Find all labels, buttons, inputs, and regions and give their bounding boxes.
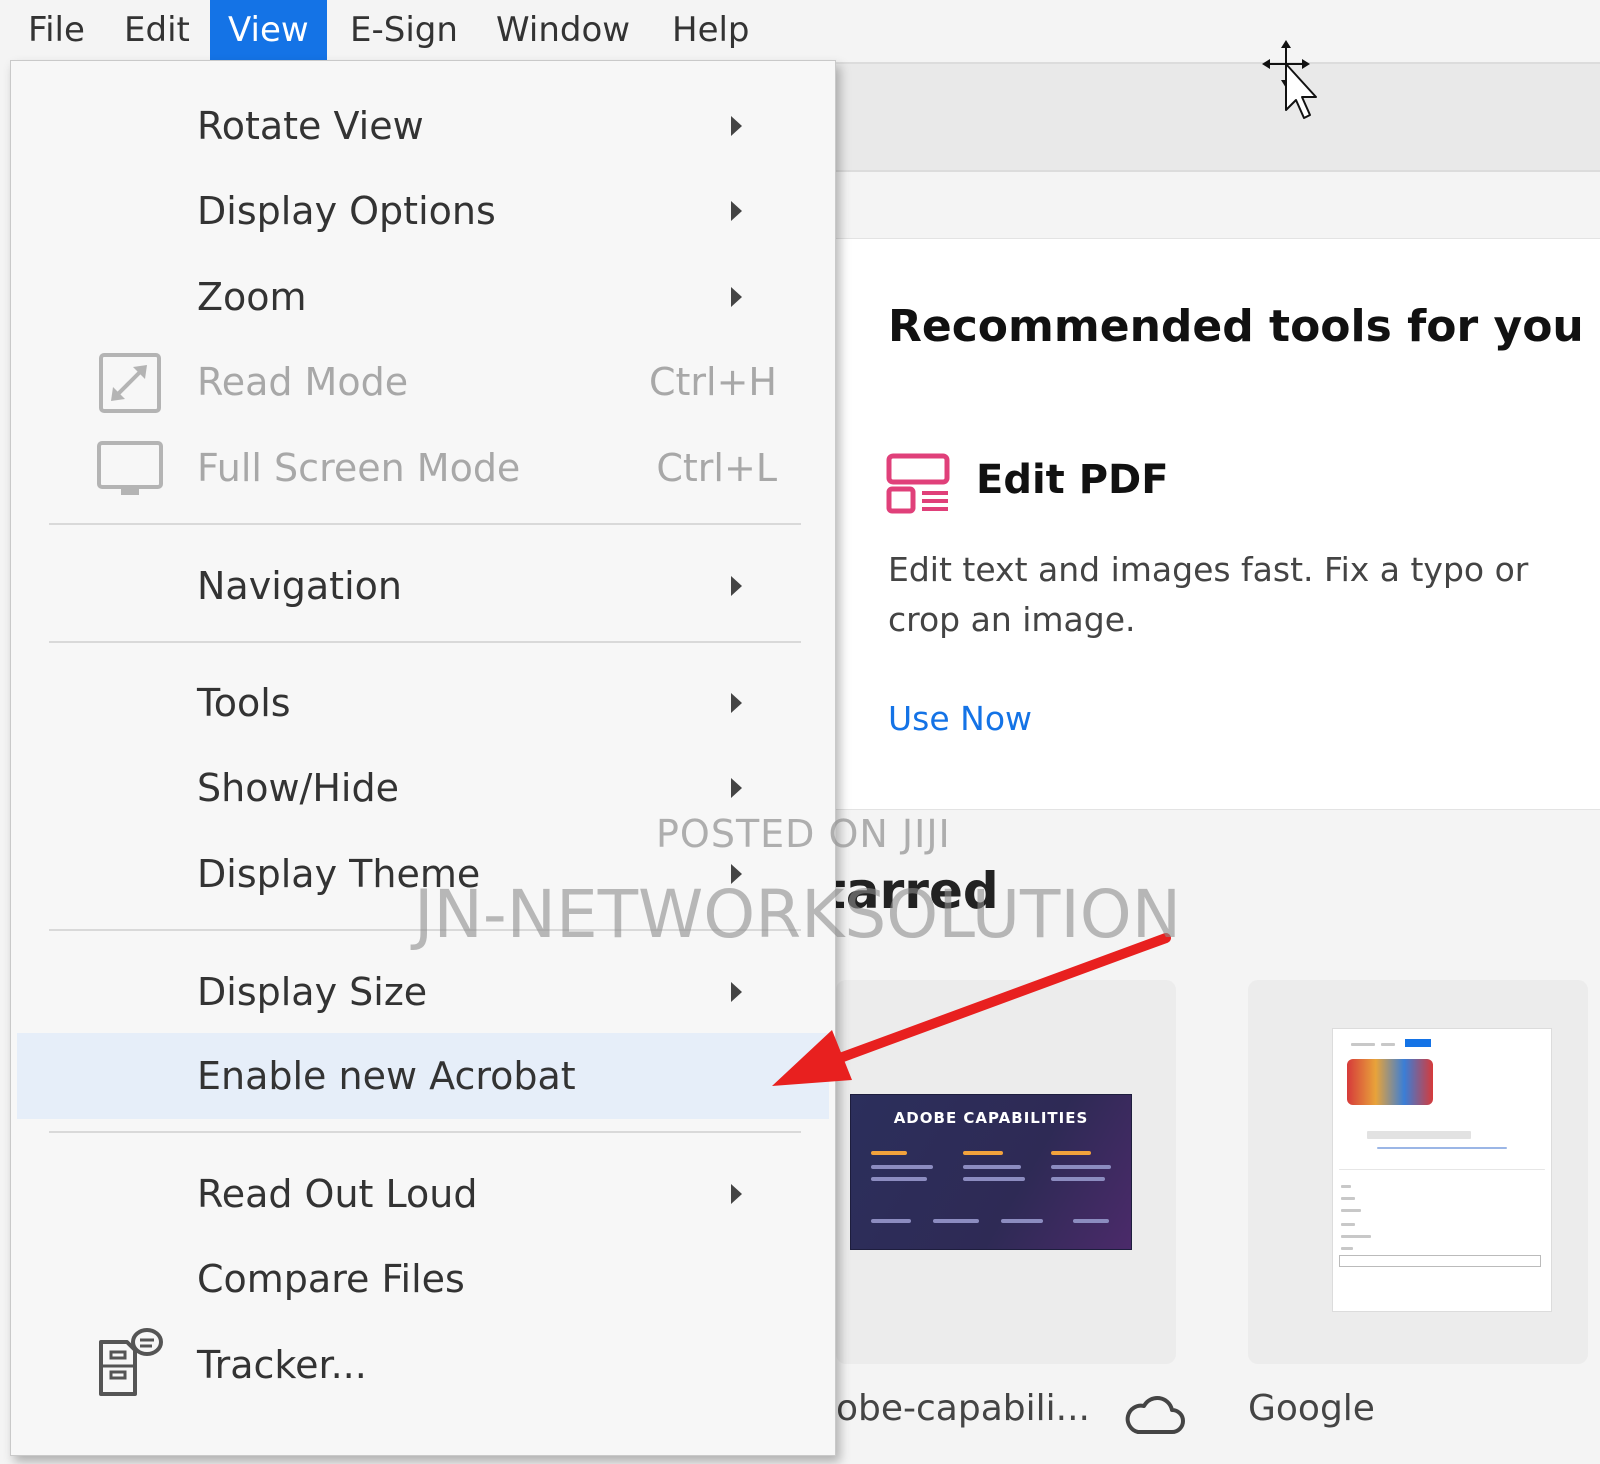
submenu-arrow-icon: [731, 576, 742, 596]
watermark-brand: JN-NETWORKSOLUTION: [414, 876, 1182, 953]
menu-item-label: Rotate View: [197, 104, 424, 148]
menu-bar: File Edit View E-Sign Window Help: [0, 0, 1600, 60]
thumb-line: [1341, 1209, 1361, 1212]
thumb-line: [933, 1219, 979, 1223]
thumb-line: [963, 1165, 1021, 1169]
read-mode-icon: [99, 353, 161, 413]
thumb-button: [1405, 1039, 1431, 1047]
menu-item-read-mode[interactable]: Read Mode Ctrl+H: [17, 339, 829, 425]
menu-item-label: Zoom: [197, 275, 307, 319]
view-dropdown-menu: Rotate View Display Options Zoom Read Mo…: [10, 60, 836, 1456]
thumb-line: [1341, 1223, 1355, 1226]
toolbar-area: [830, 62, 1600, 172]
submenu-arrow-icon: [731, 201, 742, 221]
thumb-line: [871, 1151, 907, 1155]
thumb-line: [1381, 1043, 1395, 1046]
thumb-line: [1341, 1247, 1353, 1250]
thumb-line: [1341, 1185, 1351, 1188]
thumb-line: [963, 1151, 1003, 1155]
menu-item-label: Navigation: [197, 564, 402, 608]
thumb-line: [1051, 1151, 1091, 1155]
move-cursor-icon: [1262, 40, 1317, 119]
file-name-google: Google: [1248, 1388, 1375, 1429]
menu-item-rotate-view[interactable]: Rotate View: [17, 83, 829, 169]
menu-separator: [49, 523, 801, 525]
menu-item-read-out-loud[interactable]: Read Out Loud: [17, 1151, 829, 1237]
monitor-icon: [97, 441, 163, 495]
menu-item-shortcut: Ctrl+L: [656, 446, 777, 490]
menu-item-label: Read Mode: [197, 360, 409, 404]
menu-item-label: Display Options: [197, 189, 496, 233]
menu-item-navigation[interactable]: Navigation: [17, 543, 829, 629]
thumb-line: [871, 1165, 933, 1169]
menu-item-enable-new-acrobat[interactable]: Enable new Acrobat: [17, 1033, 829, 1119]
menu-item-zoom[interactable]: Zoom: [17, 254, 829, 340]
menu-item-display-size[interactable]: Display Size: [17, 949, 829, 1035]
menu-item-display-options[interactable]: Display Options: [17, 168, 829, 254]
thumb-line: [1051, 1177, 1105, 1181]
submenu-arrow-icon: [731, 778, 742, 798]
tracker-icon: [99, 1328, 163, 1396]
submenu-arrow-icon: [731, 1184, 742, 1204]
edit-pdf-icon: [886, 453, 950, 514]
submenu-arrow-icon: [731, 116, 742, 136]
cloud-icon: [1125, 1395, 1185, 1434]
menu-help[interactable]: Help: [654, 0, 768, 60]
recommended-title: Recommended tools for you: [888, 301, 1584, 352]
menu-item-label: Display Size: [197, 970, 428, 1014]
thumbnail-title: ADOBE CAPABILITIES: [893, 1109, 1089, 1127]
menu-view[interactable]: View: [210, 0, 327, 60]
tool-name: Edit PDF: [976, 457, 1169, 503]
thumb-line: [1073, 1219, 1109, 1223]
menu-item-shortcut: Ctrl+H: [648, 360, 777, 404]
thumb-line: [1351, 1043, 1375, 1046]
use-now-link[interactable]: Use Now: [888, 699, 1032, 738]
thumb-line: [1367, 1131, 1471, 1139]
menu-item-label: Tracker...: [197, 1343, 367, 1387]
recommended-tools-card: Recommended tools for you Edit PDF Edit …: [836, 238, 1600, 810]
tool-description: Edit text and images fast. Fix a typo or…: [888, 550, 1529, 639]
menu-separator: [49, 641, 801, 643]
menu-item-label: Full Screen Mode: [197, 446, 521, 490]
menu-item-tracker[interactable]: Tracker...: [17, 1322, 829, 1408]
menu-item-tools[interactable]: Tools: [17, 660, 829, 746]
thumb-field: [1339, 1255, 1541, 1267]
thumb-line: [1051, 1165, 1111, 1169]
menu-window[interactable]: Window: [478, 0, 648, 60]
thumb-line: [871, 1219, 911, 1223]
thumb-line: [1341, 1235, 1371, 1238]
file-thumbnail-google: [1332, 1028, 1552, 1312]
menu-separator: [49, 1131, 801, 1133]
menu-item-label: Read Out Loud: [197, 1172, 478, 1216]
menu-item-label: Tools: [197, 681, 291, 725]
menu-item-label: Show/Hide: [197, 766, 399, 810]
thumb-line: [871, 1177, 927, 1181]
submenu-arrow-icon: [731, 693, 742, 713]
file-name-adobe: obe-capabili...: [836, 1388, 1090, 1429]
menu-item-label: Compare Files: [197, 1257, 465, 1301]
menu-esign[interactable]: E-Sign: [332, 0, 476, 60]
thumb-line: [1341, 1197, 1355, 1200]
thumb-line: [1001, 1219, 1043, 1223]
submenu-arrow-icon: [731, 287, 742, 307]
submenu-arrow-icon: [731, 982, 742, 1002]
thumb-line: [963, 1177, 1025, 1181]
menu-item-compare-files[interactable]: Compare Files: [17, 1236, 829, 1322]
menu-file[interactable]: File: [10, 0, 103, 60]
thumb-line: [1377, 1147, 1507, 1149]
menu-item-full-screen-mode[interactable]: Full Screen Mode Ctrl+L: [17, 425, 829, 511]
menu-edit[interactable]: Edit: [106, 0, 208, 60]
file-thumbnail-adobe: ADOBE CAPABILITIES: [850, 1094, 1132, 1250]
thumb-line: [1339, 1169, 1545, 1170]
thumb-doodle: [1347, 1059, 1433, 1105]
watermark-posted: POSTED ON JIJI: [656, 812, 951, 856]
menu-item-label: Enable new Acrobat: [197, 1054, 576, 1098]
